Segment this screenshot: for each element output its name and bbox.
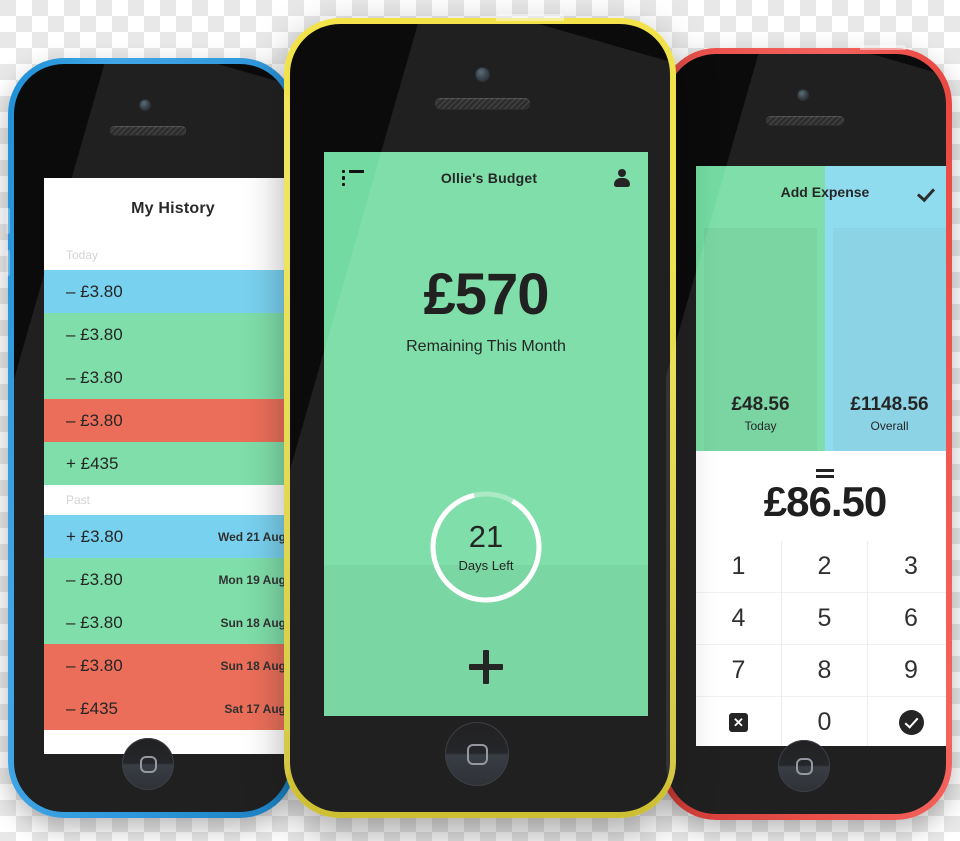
days-left-value: 21 <box>468 519 504 554</box>
row-amount: – £435 <box>66 698 118 718</box>
keypad-key-4[interactable]: 4 <box>696 593 782 645</box>
check-icon[interactable] <box>918 182 938 202</box>
row-amount: – £3.80 <box>66 367 123 387</box>
power-button-center[interactable] <box>496 14 564 21</box>
history-row[interactable]: – £3.80 Mon 19 Aug <box>44 558 290 601</box>
app-header: Ollie's Budget <box>324 152 648 204</box>
equals-icon <box>816 469 834 478</box>
row-date: Sun 18 Aug <box>220 658 286 673</box>
app-title: Ollie's Budget <box>440 170 538 186</box>
phone-right-body: £48.56 Today £1148.56 Overall Add Expens… <box>666 54 946 814</box>
home-button[interactable] <box>778 740 830 792</box>
balance-block: £570 Remaining This Month <box>324 266 648 356</box>
power-button-right[interactable] <box>860 45 906 50</box>
row-date: Wed 21 Aug <box>217 529 286 544</box>
home-button[interactable] <box>445 722 509 786</box>
history-row[interactable]: – £3.80 <box>44 356 290 399</box>
expense-total-amount: £86.50 <box>763 478 887 525</box>
keypad-confirm-icon[interactable] <box>868 697 946 746</box>
earpiece-speaker-icon <box>766 116 844 125</box>
page-title: My History <box>131 200 215 217</box>
history-section-header-past: Past <box>44 485 290 515</box>
keypad-key-3[interactable]: 3 <box>868 541 946 593</box>
keypad-delete-icon[interactable]: ✕ <box>696 697 782 746</box>
page-title: Add Expense <box>780 184 870 200</box>
history-row[interactable]: – £3.80 <box>44 270 290 313</box>
row-date: Sun 18 Aug <box>220 615 286 630</box>
row-amount: – £3.80 <box>66 655 123 675</box>
history-screen: My History Today – £3.80 – £3.80 – £3.80… <box>44 178 290 754</box>
phone-left: My History Today – £3.80 – £3.80 – £3.80… <box>6 58 296 818</box>
row-amount: + £435 <box>66 453 119 473</box>
budget-screen: Ollie's Budget £570 Remaining This Month… <box>324 152 648 716</box>
add-expense-screen: £48.56 Today £1148.56 Overall Add Expens… <box>696 166 946 746</box>
keypad-key-0[interactable]: 0 <box>782 697 868 746</box>
days-left-label: Days Left <box>458 558 514 573</box>
stat-overall-label: Overall <box>870 419 909 433</box>
keypad-key-9[interactable]: 9 <box>868 645 946 697</box>
phone-center-body: Ollie's Budget £570 Remaining This Month… <box>290 24 670 812</box>
keypad-key-8[interactable]: 8 <box>782 645 868 697</box>
stat-today-panel <box>704 228 817 451</box>
history-row[interactable]: – £3.80 Sun 18 Aug <box>44 601 290 644</box>
earpiece-speaker-icon <box>435 98 530 109</box>
front-camera-icon <box>140 100 150 110</box>
add-expense-header: Add Expense <box>696 166 946 218</box>
phone-right: £48.56 Today £1148.56 Overall Add Expens… <box>660 45 952 820</box>
numeric-keypad: 1 2 3 4 5 6 7 8 9 ✕ 0 <box>696 541 946 746</box>
row-date: Mon 19 Aug <box>218 572 286 587</box>
row-amount: + £3.80 <box>66 526 124 546</box>
keypad-key-1[interactable]: 1 <box>696 541 782 593</box>
history-row[interactable]: – £3.80 <box>44 313 290 356</box>
stat-today-label: Today <box>744 419 777 433</box>
row-amount: – £3.80 <box>66 281 123 301</box>
balance-caption: Remaining This Month <box>406 338 566 355</box>
home-button[interactable] <box>122 738 174 790</box>
history-row[interactable]: – £3.80 <box>44 399 290 442</box>
plus-icon[interactable] <box>469 650 503 684</box>
history-section-header-today: Today <box>44 240 290 270</box>
stat-overall-panel <box>833 228 946 451</box>
balance-amount: £570 <box>423 262 549 327</box>
delete-glyph: ✕ <box>729 713 748 732</box>
history-row[interactable]: – £435 Sat 17 Aug <box>44 687 290 730</box>
row-amount: – £3.80 <box>66 612 123 632</box>
row-amount: – £3.80 <box>66 569 123 589</box>
expense-summary: £48.56 Today £1148.56 Overall Add Expens… <box>696 166 946 451</box>
stat-overall-value: £1148.56 <box>850 394 929 415</box>
stat-today-value: £48.56 <box>731 394 790 415</box>
history-row[interactable]: + £3.80 Wed 21 Aug <box>44 515 290 558</box>
row-amount: – £3.80 <box>66 410 123 430</box>
phone-left-body: My History Today – £3.80 – £3.80 – £3.80… <box>14 64 290 812</box>
keypad-key-2[interactable]: 2 <box>782 541 868 593</box>
volume-down-button-left[interactable] <box>6 250 10 276</box>
row-date: Sat 17 Aug <box>224 701 286 716</box>
phone-center: Ollie's Budget £570 Remaining This Month… <box>284 14 676 818</box>
row-amount: – £3.80 <box>66 324 123 344</box>
expense-total: £86.50 <box>696 451 946 541</box>
history-row[interactable]: – £3.80 Sun 18 Aug <box>44 644 290 687</box>
keypad-key-6[interactable]: 6 <box>868 593 946 645</box>
earpiece-speaker-icon <box>110 126 186 135</box>
front-camera-icon <box>476 68 489 81</box>
keypad-key-7[interactable]: 7 <box>696 645 782 697</box>
history-row[interactable]: + £435 <box>44 442 290 485</box>
days-left-ring: 21 Days Left <box>427 488 545 606</box>
list-icon[interactable] <box>342 170 364 186</box>
days-left-text: 21 Days Left <box>427 488 545 606</box>
person-icon[interactable] <box>614 169 630 187</box>
volume-up-button-left[interactable] <box>6 208 10 234</box>
mockup-stage: My History Today – £3.80 – £3.80 – £3.80… <box>0 0 960 841</box>
confirm-glyph <box>898 710 924 735</box>
front-camera-icon <box>798 90 808 100</box>
keypad-key-5[interactable]: 5 <box>782 593 868 645</box>
